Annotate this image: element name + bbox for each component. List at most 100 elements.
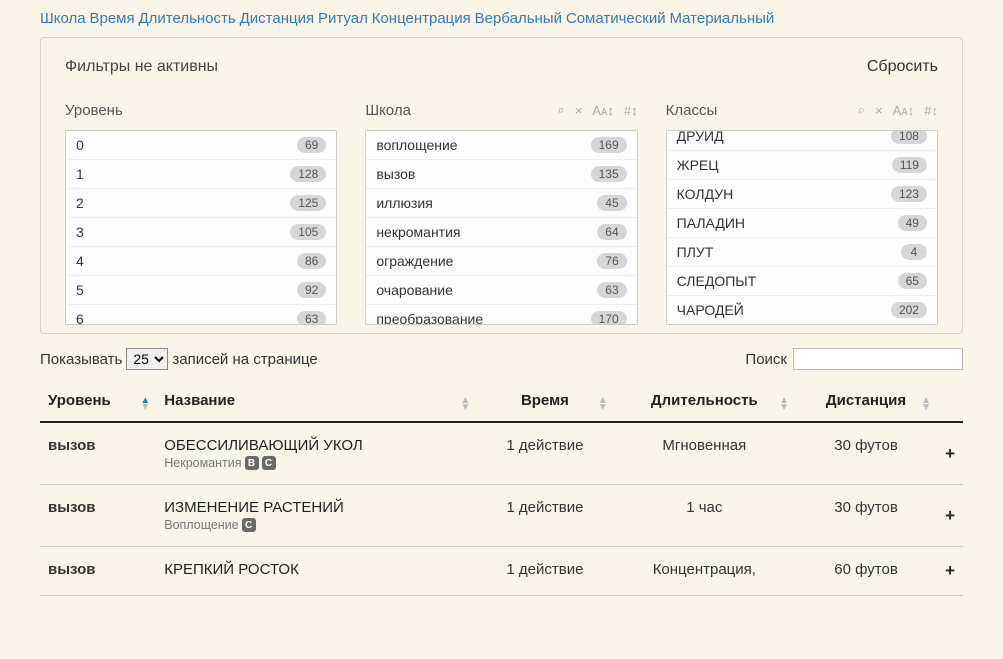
filter-option[interactable]: воплощение169 [366, 131, 636, 160]
count-badge: 4 [901, 244, 927, 260]
column-toggle-link[interactable]: Школа [40, 10, 86, 27]
count-badge: 69 [297, 137, 326, 153]
component-badge: С [262, 456, 276, 470]
count-badge: 108 [891, 130, 927, 144]
count-badge: 125 [290, 195, 326, 211]
count-badge: 65 [898, 273, 927, 289]
filter-option[interactable]: 3105 [66, 218, 336, 247]
cell-level: вызов [40, 422, 156, 485]
column-toggle-link[interactable]: Концентрация [372, 10, 471, 27]
sort-num-icon[interactable]: #↕ [624, 103, 638, 118]
count-badge: 202 [891, 302, 927, 318]
reset-filters-button[interactable]: Сбросить [867, 58, 938, 76]
count-badge: 169 [591, 137, 627, 153]
cell-duration: Концентрация, [614, 547, 795, 596]
sort-alpha-icon[interactable]: Aᴀ↕ [592, 103, 614, 118]
filter-option[interactable]: ограждение76 [366, 247, 636, 276]
filter-option[interactable]: 486 [66, 247, 336, 276]
filter-title: Классы [666, 102, 718, 119]
filter-option[interactable]: иллюзия45 [366, 189, 636, 218]
per-page-label: записей на странице [172, 351, 317, 368]
filter-option[interactable]: ЧАРОДЕЙ202 [667, 296, 937, 324]
search-control: Поиск [745, 348, 963, 370]
filter-option[interactable]: ПЛУТ4 [667, 238, 937, 267]
filter-option[interactable]: 069 [66, 131, 336, 160]
filter-listbox-level[interactable]: 069112821253105486592663 [65, 130, 337, 325]
column-toggle-link[interactable]: Материальный [669, 10, 774, 27]
component-badge: В [245, 456, 259, 470]
expand-row-button[interactable]: + [945, 444, 955, 463]
filter-option[interactable]: 1128 [66, 160, 336, 189]
expand-row-button[interactable]: + [945, 561, 955, 580]
count-badge: 63 [297, 311, 326, 325]
col-time[interactable]: Время ▲▼ [476, 392, 613, 422]
clear-icon[interactable]: × [575, 103, 583, 118]
cell-name: КРЕПКИЙ РОСТОК [156, 547, 476, 596]
search-label: Поиск [745, 351, 787, 368]
filter-title: Уровень [65, 102, 123, 119]
column-toggle-link[interactable]: Время [89, 10, 134, 27]
filter-option[interactable]: ЖРЕЦ119 [667, 151, 937, 180]
show-label: Показывать [40, 351, 122, 368]
count-badge: 63 [597, 282, 626, 298]
cell-level: вызов [40, 547, 156, 596]
cell-distance: 30 футов [795, 485, 937, 547]
filter-option[interactable]: 592 [66, 276, 336, 305]
filter-option[interactable]: ПАЛАДИН49 [667, 209, 937, 238]
filter-option[interactable]: преобразование170 [366, 305, 636, 325]
table-row[interactable]: вызовКРЕПКИЙ РОСТОК1 действиеКонцентраци… [40, 547, 963, 596]
count-badge: 123 [891, 186, 927, 202]
spells-table: Уровень ▲▼ Название ▲▼ Время ▲▼ Длительн… [40, 392, 963, 596]
count-badge: 128 [290, 166, 326, 182]
filter-listbox-classes[interactable]: ДРУИД108ЖРЕЦ119КОЛДУН123ПАЛАДИН49ПЛУТ4СЛ… [666, 130, 938, 325]
column-toggle-link[interactable]: Вербальный [475, 10, 562, 27]
filter-option[interactable]: вызов135 [366, 160, 636, 189]
filter-column-school: Школа⌕×Aᴀ↕#↕воплощение169вызов135иллюзия… [365, 96, 637, 325]
cell-time: 1 действие [476, 547, 613, 596]
page-length-control: Показывать 25 записей на странице [40, 348, 318, 370]
column-toggle-links: Школа Время Длительность Дистанция Ритуа… [40, 10, 963, 27]
filter-option[interactable]: очарование63 [366, 276, 636, 305]
count-badge: 170 [591, 311, 627, 325]
filter-listbox-school[interactable]: воплощение169вызов135иллюзия45некроманти… [365, 130, 637, 325]
count-badge: 92 [297, 282, 326, 298]
filter-option[interactable]: ДРУИД108 [667, 130, 937, 151]
sort-alpha-icon[interactable]: Aᴀ↕ [893, 103, 915, 118]
filter-panel: Фильтры не активны Сбросить Уровень06911… [40, 37, 963, 334]
col-name[interactable]: Название ▲▼ [156, 392, 476, 422]
table-row[interactable]: вызовИЗМЕНЕНИЕ РАСТЕНИЙВоплощениеС1 дейс… [40, 485, 963, 547]
filter-option[interactable]: КОЛДУН123 [667, 180, 937, 209]
cell-level: вызов [40, 485, 156, 547]
page-size-select[interactable]: 25 [126, 348, 168, 370]
table-row[interactable]: вызовОБЕССИЛИВАЮЩИЙ УКОЛНекромантияВС1 д… [40, 422, 963, 485]
search-input[interactable] [793, 348, 963, 370]
column-toggle-link[interactable]: Длительность [139, 10, 236, 27]
col-duration[interactable]: Длительность ▲▼ [614, 392, 795, 422]
col-distance[interactable]: Диста­нция ▲▼ [795, 392, 937, 422]
column-toggle-link[interactable]: Соматический [566, 10, 666, 27]
filter-option[interactable]: 2125 [66, 189, 336, 218]
count-badge: 45 [597, 195, 626, 211]
filter-option[interactable]: некромантия64 [366, 218, 636, 247]
cell-duration: 1 час [614, 485, 795, 547]
filter-option[interactable]: 663 [66, 305, 336, 325]
cell-distance: 30 футов [795, 422, 937, 485]
count-badge: 86 [297, 253, 326, 269]
filter-option[interactable]: СЛЕДОПЫТ65 [667, 267, 937, 296]
count-badge: 105 [290, 224, 326, 240]
cell-name: ИЗМЕНЕНИЕ РАСТЕНИЙВоплощениеС [156, 485, 476, 547]
count-badge: 119 [892, 157, 927, 173]
column-toggle-link[interactable]: Ритуал [318, 10, 368, 27]
col-level[interactable]: Уровень ▲▼ [40, 392, 156, 422]
filter-status: Фильтры не активны [65, 58, 218, 76]
sort-num-icon[interactable]: #↕ [924, 103, 938, 118]
column-toggle-link[interactable]: Дистанция [240, 10, 314, 27]
count-badge: 135 [591, 166, 627, 182]
search-icon[interactable]: ⌕ [858, 102, 865, 118]
count-badge: 76 [597, 253, 626, 269]
cell-distance: 60 футов [795, 547, 937, 596]
expand-row-button[interactable]: + [945, 506, 955, 525]
search-icon[interactable]: ⌕ [557, 102, 564, 118]
clear-icon[interactable]: × [875, 103, 883, 118]
cell-duration: Мгновенная [614, 422, 795, 485]
